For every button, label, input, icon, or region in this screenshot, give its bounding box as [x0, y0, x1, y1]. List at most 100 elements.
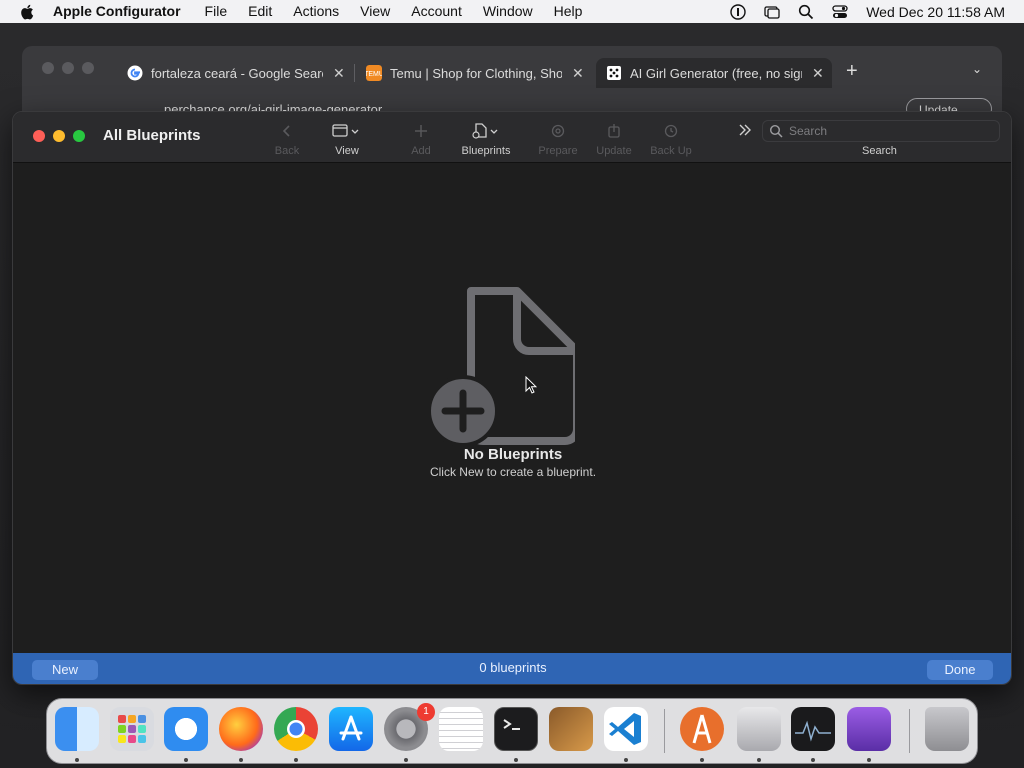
app-store-icon[interactable] — [329, 707, 373, 751]
window-close-button[interactable] — [33, 130, 45, 142]
update-label: Update — [596, 145, 632, 157]
screen-mirroring-icon[interactable] — [764, 4, 780, 20]
configurator-a-icon — [692, 714, 712, 744]
menu-file[interactable]: File — [205, 0, 228, 23]
running-indicator — [757, 758, 761, 762]
blueprints-button[interactable]: Blueprints — [456, 120, 516, 157]
terminal-icon[interactable] — [494, 707, 538, 751]
svg-text:TEMU: TEMU — [366, 71, 382, 78]
terminal-prompt-icon — [503, 719, 520, 730]
blueprints-doc-icon — [472, 123, 498, 139]
browser-minimize-button[interactable] — [62, 62, 74, 74]
apple-logo-icon[interactable] — [19, 3, 37, 21]
view-button[interactable]: View — [317, 120, 377, 157]
configurator-window: All Blueprints Back View Add Blueprints … — [12, 111, 1012, 685]
update-toolbar-button[interactable]: Update — [584, 120, 644, 157]
update-download-icon — [608, 124, 620, 138]
launchpad-icon[interactable] — [110, 707, 154, 751]
view-window-icon — [332, 124, 359, 137]
apple-configurator-icon[interactable] — [680, 707, 724, 751]
temu-favicon-icon: TEMU — [366, 65, 382, 81]
add-button[interactable]: Add — [391, 120, 451, 157]
running-indicator — [700, 758, 704, 762]
tab-divider — [354, 64, 355, 82]
new-tab-icon[interactable]: + — [846, 60, 858, 83]
trash-icon[interactable] — [925, 707, 969, 751]
spotlight-search-icon[interactable] — [798, 4, 814, 20]
menu-app-name[interactable]: Apple Configurator — [53, 0, 181, 23]
close-tab-icon[interactable]: ✕ — [333, 65, 345, 82]
launchpad-grid-icon — [118, 715, 146, 743]
running-indicator — [294, 758, 298, 762]
safari-icon[interactable] — [164, 707, 208, 751]
menu-edit[interactable]: Edit — [248, 0, 272, 23]
browser-tab-temu[interactable]: TEMU Temu | Shop for Clothing, Shoes ✕ — [366, 58, 586, 88]
menu-help[interactable]: Help — [554, 0, 583, 23]
toolbar-overflow-chevrons-icon[interactable] — [737, 122, 753, 138]
add-label: Add — [411, 145, 431, 157]
menu-view[interactable]: View — [360, 0, 390, 23]
control-center-icon[interactable] — [832, 4, 848, 20]
window-zoom-button[interactable] — [73, 130, 85, 142]
empty-state-title: No Blueprints — [463, 446, 563, 463]
window-title: All Blueprints — [103, 127, 201, 144]
firefox-icon[interactable] — [219, 707, 263, 751]
search-icon — [769, 124, 783, 138]
back-up-button[interactable]: Back Up — [641, 120, 701, 157]
dice-favicon-icon — [607, 66, 621, 80]
browser-tab-google[interactable]: fortaleza ceará - Google Search ✕ — [127, 58, 349, 88]
add-plus-icon — [415, 125, 427, 137]
running-indicator — [514, 758, 518, 762]
tab-search-chevron-icon[interactable]: ⌄ — [972, 62, 982, 76]
browser-zoom-button[interactable] — [82, 62, 94, 74]
back-label: Back — [274, 145, 300, 157]
window-minimize-button[interactable] — [53, 130, 65, 142]
textedit-icon[interactable] — [439, 707, 483, 751]
done-button[interactable]: Done — [927, 660, 993, 680]
purple-app-icon[interactable] — [847, 707, 891, 751]
activity-monitor-icon[interactable] — [791, 707, 835, 751]
menu-bar: Apple Configurator File Edit Actions Vie… — [0, 0, 1024, 23]
dock-divider — [664, 709, 665, 753]
migration-assistant-icon[interactable] — [737, 707, 781, 751]
search-label: Search — [862, 145, 897, 157]
prepare-button[interactable]: Prepare — [528, 120, 588, 157]
tab-label: AI Girl Generator (free, no sign — [630, 65, 802, 81]
close-tab-icon[interactable]: ✕ — [572, 65, 584, 82]
menu-clock[interactable]: Wed Dec 20 11:58 AM — [866, 4, 1005, 20]
accessibility-status-icon[interactable] — [730, 3, 746, 20]
activity-graph-icon — [795, 720, 831, 742]
running-indicator — [624, 758, 628, 762]
chrome-icon[interactable] — [274, 707, 318, 751]
menu-window[interactable]: Window — [483, 0, 533, 23]
search-field[interactable]: Search — [762, 120, 1000, 142]
dock: 1 — [46, 698, 978, 764]
running-indicator — [75, 758, 79, 762]
google-favicon-icon — [127, 65, 143, 81]
empty-state-subtitle: Click New to create a blueprint. — [429, 465, 597, 479]
backup-clock-icon — [664, 124, 678, 138]
tab-label: Temu | Shop for Clothing, Shoes — [390, 65, 562, 81]
menu-account[interactable]: Account — [411, 0, 462, 23]
back-chevron-icon — [282, 125, 290, 137]
browser-close-button[interactable] — [42, 62, 54, 74]
prepare-label: Prepare — [538, 145, 578, 157]
finder-icon[interactable] — [55, 707, 99, 751]
vscode-logo-icon — [609, 713, 641, 745]
chrome-center-icon — [287, 720, 305, 738]
back-button[interactable]: Back — [257, 120, 317, 157]
close-tab-icon[interactable]: ✕ — [812, 65, 824, 82]
running-indicator — [811, 758, 815, 762]
garageband-icon[interactable] — [549, 707, 593, 751]
configurator-toolbar: All Blueprints Back View Add Blueprints … — [13, 112, 1011, 163]
blueprint-count: 0 blueprints — [479, 660, 547, 675]
dock-divider — [909, 709, 910, 753]
back-up-label: Back Up — [650, 145, 692, 157]
mouse-pointer-icon — [525, 376, 537, 394]
blueprints-content-area: No Blueprints Click New to create a blue… — [13, 163, 1011, 653]
running-indicator — [184, 758, 188, 762]
browser-tab-perchance[interactable]: AI Girl Generator (free, no sign ✕ — [596, 58, 832, 88]
vscode-icon[interactable] — [604, 707, 648, 751]
prepare-gear-icon — [551, 124, 565, 138]
menu-actions[interactable]: Actions — [293, 0, 339, 23]
